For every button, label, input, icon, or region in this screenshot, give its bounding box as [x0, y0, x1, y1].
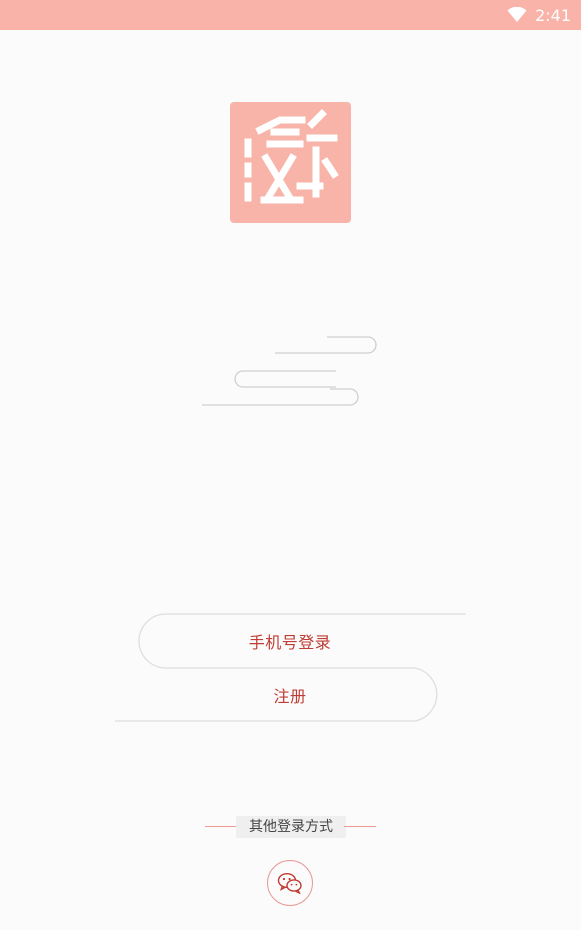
phone-login-button[interactable]: 手机号登录 — [140, 614, 440, 668]
wechat-icon — [277, 872, 302, 894]
auth-buttons: 手机号登录 注册 — [110, 608, 470, 728]
status-bar: 2:41 — [0, 0, 581, 30]
divider-line-left — [205, 826, 237, 827]
cloud-lines-icon — [202, 336, 377, 406]
status-time: 2:41 — [535, 5, 571, 25]
app-logo-icon — [244, 109, 339, 204]
wifi-icon — [507, 7, 527, 22]
other-login-label: 其他登录方式 — [236, 816, 346, 838]
cloud-decoration — [190, 330, 390, 415]
status-right: 2:41 — [507, 0, 571, 30]
other-login-divider: 其他登录方式 — [200, 814, 381, 840]
divider-line-right — [344, 826, 376, 827]
register-button[interactable]: 注册 — [140, 668, 440, 722]
app-logo — [230, 102, 351, 223]
wechat-login-button[interactable] — [267, 860, 313, 906]
